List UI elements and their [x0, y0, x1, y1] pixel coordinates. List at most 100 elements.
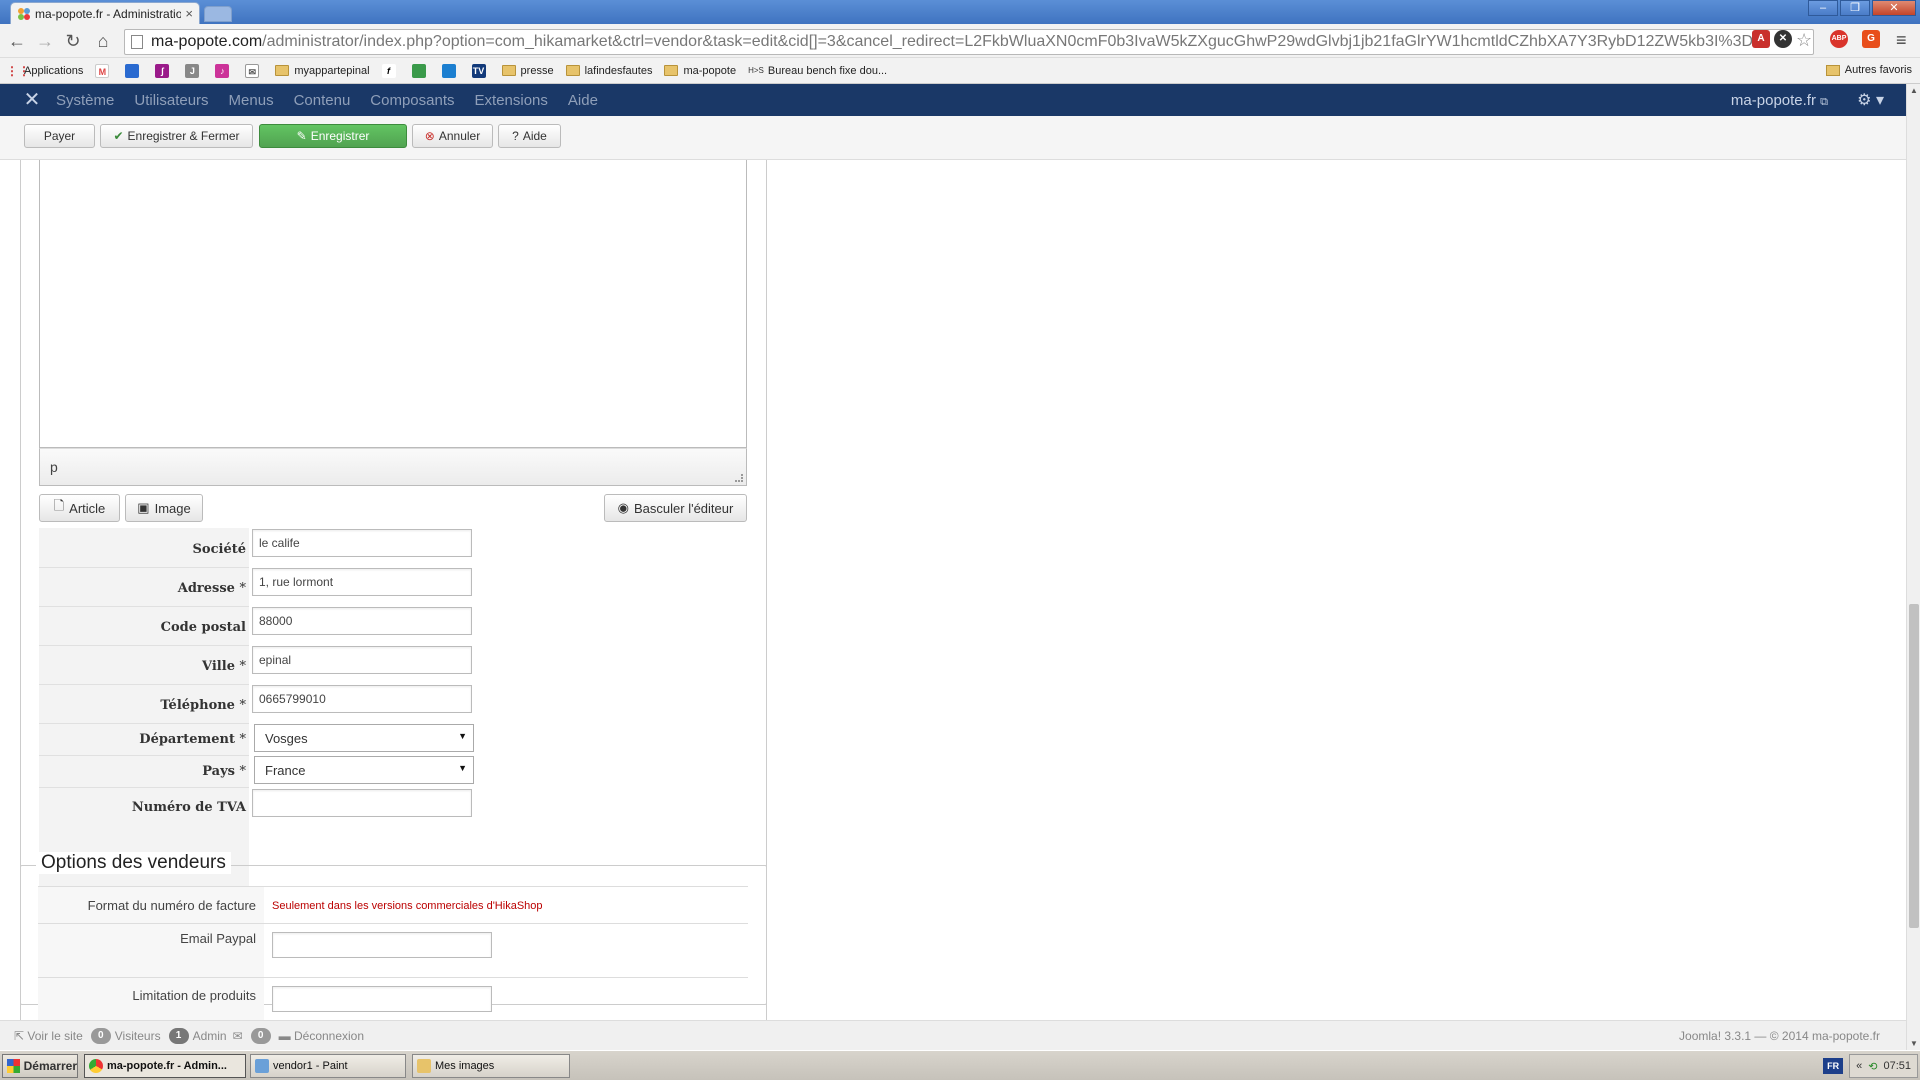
label-pays: Pays *: [39, 756, 249, 788]
tva-input[interactable]: [252, 789, 472, 817]
description-editor[interactable]: [39, 160, 747, 448]
save-button[interactable]: ✎ Enregistrer: [259, 124, 407, 148]
toggle-editor-button[interactable]: ◉ Basculer l'éditeur: [604, 494, 747, 522]
tray-expand-icon[interactable]: «: [1856, 1060, 1862, 1072]
back-arrow-icon[interactable]: ←: [6, 30, 28, 52]
bookmark-pink[interactable]: ♪: [215, 63, 233, 78]
purple-app-icon: ʃ: [155, 63, 170, 78]
bookmark-purple[interactable]: ʃ: [155, 63, 173, 78]
label-societe: Société: [39, 530, 249, 568]
menu-systeme[interactable]: Système: [56, 92, 114, 109]
bookmark-tv[interactable]: TV: [471, 63, 490, 78]
tab-close-icon[interactable]: ×: [185, 6, 193, 21]
address-bar[interactable]: ma-popote.com /administrator/index.php?o…: [124, 29, 1814, 55]
bookmark-maps[interactable]: [411, 63, 430, 78]
label-invoice-format: Format du numéro de facture: [38, 887, 264, 923]
bookmark-blue[interactable]: [125, 63, 143, 78]
bookmark-folder-lafindesfautes[interactable]: lafindesfautes: [565, 65, 652, 77]
bookmark-f[interactable]: f: [381, 63, 400, 78]
windows-logo-icon: [7, 1059, 20, 1073]
home-icon[interactable]: ⌂: [92, 30, 114, 52]
menu-aide[interactable]: Aide: [568, 92, 598, 109]
browser-tab-active[interactable]: ma-popote.fr - Administration ×: [10, 2, 200, 24]
help-button[interactable]: ? Aide: [498, 124, 561, 148]
window-close-icon[interactable]: ✕: [1872, 0, 1916, 16]
clock[interactable]: 07:51: [1883, 1060, 1911, 1072]
hs-icon: H>S: [748, 66, 764, 75]
settings-gear-icon[interactable]: ⚙ ▾: [1857, 90, 1884, 110]
extension-icon[interactable]: G: [1862, 30, 1880, 48]
resize-grip-icon[interactable]: [735, 474, 743, 482]
site-link[interactable]: ma-popote.fr ⧉: [1731, 92, 1828, 109]
bookmark-bureau-bench[interactable]: H>S Bureau bench fixe dou...: [748, 65, 887, 77]
bookmark-mail[interactable]: ✉: [245, 63, 263, 78]
menu-composants[interactable]: Composants: [370, 92, 454, 109]
save-close-button[interactable]: ✔ Enregistrer & Fermer: [100, 124, 253, 148]
ville-input[interactable]: epinal: [252, 646, 472, 674]
bookmark-folder-ma-popote[interactable]: ma-popote: [664, 65, 736, 77]
societe-input[interactable]: le calife: [252, 529, 472, 557]
article-icon: 🗋: [53, 498, 65, 513]
bookmark-folder-myappartepinal[interactable]: myappartepinal: [275, 65, 370, 77]
joomla-status-bar: ⇱ Voir le site 0 Visiteurs 1 Admin ✉ 0 ▬…: [0, 1020, 1906, 1050]
view-site-link[interactable]: ⇱ Voir le site: [14, 1029, 83, 1043]
telephone-input[interactable]: 0665799010: [252, 685, 472, 713]
other-bookmarks[interactable]: Autres favoris: [1825, 64, 1912, 76]
bookmark-gmail[interactable]: M: [95, 63, 113, 78]
network-icon[interactable]: ⟲: [1868, 1060, 1877, 1073]
browser-toolbar: ← → ↻ ⌂ ma-popote.com /administrator/ind…: [0, 24, 1920, 58]
cancel-button[interactable]: ⊗ Annuler: [412, 124, 493, 148]
menu-menus[interactable]: Menus: [229, 92, 274, 109]
logout-link[interactable]: ▬ Déconnexion: [279, 1029, 364, 1043]
pdf-extension-icon[interactable]: A: [1752, 30, 1770, 48]
menu-extensions[interactable]: Extensions: [475, 92, 548, 109]
blocked-extension-icon[interactable]: ✕: [1774, 30, 1792, 48]
page-scrollbar[interactable]: ▲ ▼: [1906, 84, 1920, 1050]
insert-image-button[interactable]: ▣ Image: [125, 494, 203, 522]
maximize-icon[interactable]: ❐: [1840, 0, 1870, 16]
email-paypal-input[interactable]: [272, 932, 492, 958]
bookmark-folder-presse[interactable]: presse: [501, 65, 554, 77]
language-indicator[interactable]: FR: [1823, 1058, 1844, 1074]
label-departement: Département *: [39, 724, 249, 756]
departement-select[interactable]: Vosges ▼: [254, 724, 474, 752]
task-browser[interactable]: ma-popote.fr - Admin...: [84, 1054, 246, 1078]
new-tab-button[interactable]: [204, 6, 232, 22]
task-paint[interactable]: vendor1 - Paint: [250, 1054, 406, 1078]
pay-button[interactable]: Payer: [24, 124, 95, 148]
invoice-format-note: Seulement dans les versions commerciales…: [272, 900, 543, 912]
adblock-icon[interactable]: ABP: [1830, 30, 1848, 48]
scroll-up-arrow-icon[interactable]: ▲: [1909, 86, 1919, 95]
menu-utilisateurs[interactable]: Utilisateurs: [134, 92, 208, 109]
task-images[interactable]: Mes images: [412, 1054, 570, 1078]
edit-icon: ✎: [296, 129, 307, 143]
messages-icon[interactable]: ✉: [233, 1029, 243, 1043]
folder-icon: [565, 65, 580, 76]
browser-titlebar: ma-popote.fr - Administration × – ❐ ✕: [0, 0, 1920, 24]
scrollbar-thumb[interactable]: [1909, 604, 1919, 928]
bookmark-drive[interactable]: [441, 63, 460, 78]
product-limit-input[interactable]: [272, 986, 492, 1012]
label-code-postal: Code postal: [39, 608, 249, 646]
joomla-logo-icon[interactable]: ✕: [20, 88, 44, 112]
minimize-icon[interactable]: –: [1808, 0, 1838, 16]
folder-icon: [417, 1059, 431, 1073]
dropdown-arrow-icon: ▼: [458, 763, 467, 773]
start-button[interactable]: Démarrer: [2, 1054, 78, 1078]
pays-select[interactable]: France ▼: [254, 756, 474, 784]
adresse-input[interactable]: 1, rue lormont: [252, 568, 472, 596]
code-postal-input[interactable]: 88000: [252, 607, 472, 635]
insert-article-button[interactable]: 🗋 Article: [39, 494, 120, 522]
scroll-down-arrow-icon[interactable]: ▼: [1909, 1039, 1919, 1048]
bookmark-gray[interactable]: J: [185, 63, 203, 78]
cancel-circle-icon: ⊗: [424, 129, 435, 143]
eye-icon: ◉: [617, 500, 630, 515]
bookmark-star-icon[interactable]: ☆: [1796, 30, 1812, 51]
menu-contenu[interactable]: Contenu: [294, 92, 351, 109]
bookmark-apps[interactable]: ⋮⋮ Applications: [6, 64, 83, 78]
label-adresse: Adresse *: [39, 569, 249, 607]
apps-grid-icon: ⋮⋮: [6, 63, 30, 78]
browser-menu-icon[interactable]: ≡: [1896, 30, 1907, 51]
forward-arrow-icon[interactable]: →: [34, 30, 56, 52]
reload-icon[interactable]: ↻: [62, 30, 84, 52]
